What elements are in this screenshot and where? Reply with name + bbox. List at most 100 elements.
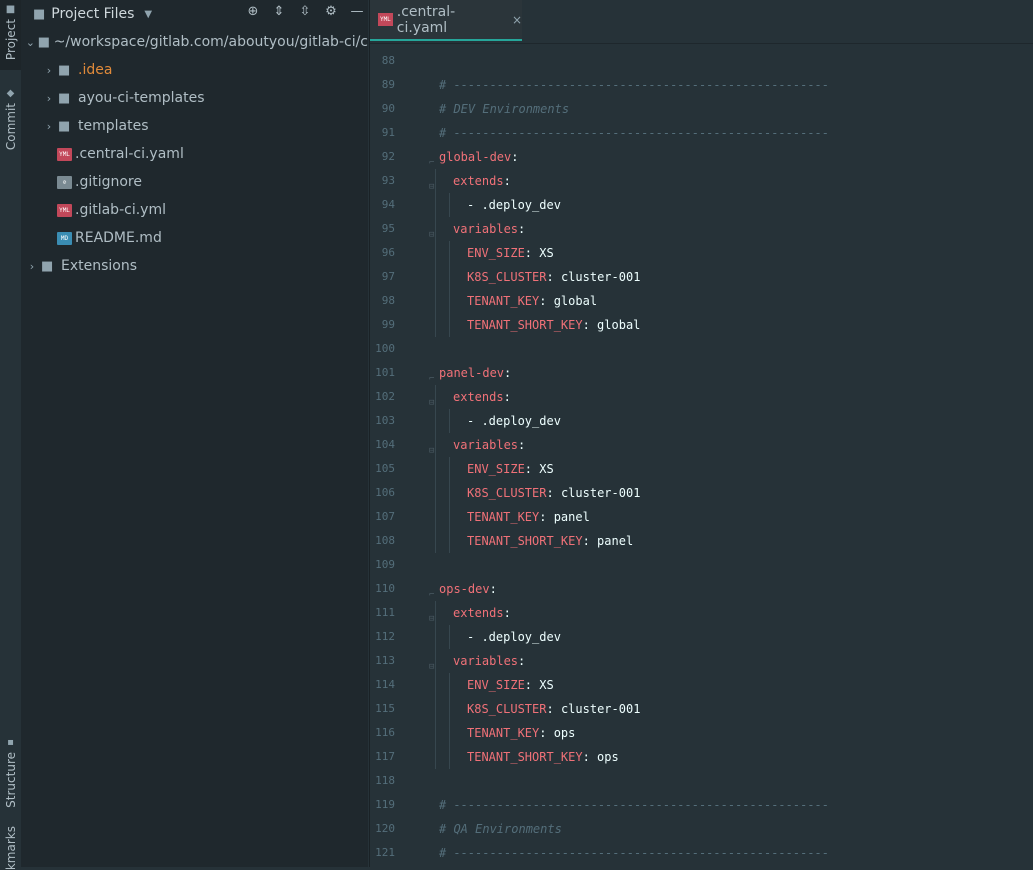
indent-guide	[435, 385, 436, 409]
code-line[interactable]: 113 variables: ⊟	[370, 649, 1033, 673]
yaml-value: - .deploy_dev	[467, 198, 561, 212]
code-line[interactable]: 121 # -----------------------------------…	[370, 841, 1033, 865]
tree-item-idea[interactable]: › ■ .idea	[21, 56, 368, 84]
tree-item-extensions[interactable]: › ■ Extensions	[21, 252, 368, 280]
yaml-colon: :	[524, 678, 533, 692]
code-line[interactable]: 102 extends: ⊟	[370, 385, 1033, 409]
yaml-value: panel	[546, 510, 590, 524]
tree-item-gitlab-ci-yml[interactable]: YML .gitlab-ci.yml	[21, 196, 368, 224]
code-line[interactable]: 119 # -----------------------------------…	[370, 793, 1033, 817]
code-line[interactable]: 99 TENANT_SHORT_KEY: global	[370, 313, 1033, 337]
code-line[interactable]: 109	[370, 553, 1033, 577]
code-line[interactable]: 93 extends: ⊟	[370, 169, 1033, 193]
yaml-key: variables	[453, 438, 519, 452]
folder-icon: ■	[58, 118, 71, 134]
code-line[interactable]: 108 TENANT_SHORT_KEY: panel	[370, 529, 1033, 553]
code-line[interactable]: 96 ENV_SIZE: XS	[370, 241, 1033, 265]
code-line[interactable]: 97 K8S_CLUSTER: cluster-001	[370, 265, 1033, 289]
code-text: TENANT_KEY: panel	[467, 505, 590, 529]
code-text: TENANT_SHORT_KEY: ops	[467, 745, 619, 769]
hide-panel-icon[interactable]: —	[348, 4, 366, 19]
code-line[interactable]: 100	[370, 337, 1033, 361]
code-text: extends:	[453, 169, 511, 193]
structure-icon: ▪	[7, 737, 14, 748]
tree-item-templates[interactable]: › ■ templates	[21, 112, 368, 140]
code-line[interactable]: 106 K8S_CLUSTER: cluster-001	[370, 481, 1033, 505]
code-comment: # DEV Environments	[439, 102, 570, 116]
code-line[interactable]: 94 - .deploy_dev	[370, 193, 1033, 217]
code-line[interactable]: 103 - .deploy_dev	[370, 409, 1033, 433]
code-line[interactable]: 110 ops-dev: ⌐	[370, 577, 1033, 601]
code-text: K8S_CLUSTER: cluster-001	[467, 697, 640, 721]
code-line[interactable]: 89 # ------------------------------------…	[370, 73, 1033, 97]
chevron-right-icon[interactable]: ›	[42, 120, 56, 133]
commit-tool-tab-label: Commit	[3, 103, 18, 151]
expand-all-icon[interactable]: ⇕	[270, 4, 288, 19]
close-icon[interactable]: ×	[512, 13, 522, 27]
line-number: 120	[375, 822, 395, 835]
code-line[interactable]: 98 TENANT_KEY: global	[370, 289, 1033, 313]
collapse-all-icon[interactable]: ⇳	[296, 4, 314, 19]
code-line[interactable]: 120 # QA Environments	[370, 817, 1033, 841]
code-line[interactable]: 95 variables: ⊟	[370, 217, 1033, 241]
tree-item-label: .gitlab-ci.yml	[75, 202, 166, 218]
code-editor[interactable]: 88 89 # ----------------------------------…	[370, 49, 1033, 865]
indent-guide	[449, 289, 450, 313]
chevron-down-icon[interactable]: ▼	[144, 9, 152, 20]
yaml-colon: :	[518, 222, 526, 236]
code-line[interactable]: 117 TENANT_SHORT_KEY: ops	[370, 745, 1033, 769]
gear-icon[interactable]: ⚙	[322, 4, 340, 19]
line-number: 102	[375, 390, 395, 403]
yaml-key: panel-dev	[439, 366, 505, 380]
code-line[interactable]: 88	[370, 49, 1033, 73]
code-line[interactable]: 101 panel-dev: ⌐	[370, 361, 1033, 385]
tab-central-ci-yaml[interactable]: YML .central-ci.yaml ×	[370, 0, 522, 41]
locate-file-icon[interactable]: ⊕	[244, 4, 262, 19]
chevron-right-icon[interactable]: ›	[25, 260, 39, 273]
code-line[interactable]: 107 TENANT_KEY: panel	[370, 505, 1033, 529]
code-comment: # --------------------------------------…	[439, 126, 830, 140]
indent-guide	[449, 673, 450, 697]
code-line[interactable]: 112 - .deploy_dev	[370, 625, 1033, 649]
line-number: 103	[375, 414, 395, 427]
yaml-key: ENV_SIZE	[467, 462, 525, 476]
code-line[interactable]: 114 ENV_SIZE: XS	[370, 673, 1033, 697]
structure-tool-tab[interactable]: ▪ Structure	[0, 733, 21, 808]
line-number: 90	[381, 102, 395, 115]
yaml-key: extends	[453, 174, 504, 188]
bookmarks-tool-tab[interactable]: kmarks	[0, 826, 21, 870]
code-text: ENV_SIZE: XS	[467, 241, 554, 265]
line-number: 97	[381, 270, 395, 283]
code-line[interactable]: 115 K8S_CLUSTER: cluster-001	[370, 697, 1033, 721]
code-line[interactable]: 118	[370, 769, 1033, 793]
tree-root[interactable]: ⌄ ■ ~/workspace/gitlab.com/aboutyou/gitl…	[21, 28, 368, 56]
structure-tool-tab-label: Structure	[3, 752, 18, 808]
code-line[interactable]: 91 # ------------------------------------…	[370, 121, 1033, 145]
tree-item-label: README.md	[75, 230, 162, 246]
code-line[interactable]: 104 variables: ⊟	[370, 433, 1033, 457]
tree-item-label: .central-ci.yaml	[75, 146, 184, 162]
project-view-selector[interactable]: Project Files	[51, 6, 134, 22]
code-line[interactable]: 105 ENV_SIZE: XS	[370, 457, 1033, 481]
line-number: 108	[375, 534, 395, 547]
code-line[interactable]: 111 extends: ⊟	[370, 601, 1033, 625]
folder-icon: ■	[58, 90, 71, 106]
code-line[interactable]: 92 global-dev: ⌐	[370, 145, 1033, 169]
tree-item-gitignore[interactable]: ⊘ .gitignore	[21, 168, 368, 196]
commit-tool-tab[interactable]: ◆ Commit	[0, 84, 21, 154]
indent-guide	[449, 529, 450, 553]
line-number: 106	[375, 486, 395, 499]
yaml-value: - .deploy_dev	[467, 630, 561, 644]
tree-item-central-ci-yaml[interactable]: YML .central-ci.yaml	[21, 140, 368, 168]
yaml-colon: :	[503, 174, 511, 188]
code-line[interactable]: 116 TENANT_KEY: ops	[370, 721, 1033, 745]
chevron-down-icon[interactable]: ⌄	[25, 36, 36, 49]
code-line[interactable]: 90 # DEV Environments	[370, 97, 1033, 121]
tree-item-readme[interactable]: MD README.md	[21, 224, 368, 252]
chevron-right-icon[interactable]: ›	[42, 92, 56, 105]
chevron-right-icon[interactable]: ›	[42, 64, 56, 77]
project-tool-tab[interactable]: ■ Project	[0, 0, 21, 70]
tree-item-ayou-ci-templates[interactable]: › ■ ayou-ci-templates	[21, 84, 368, 112]
code-text: - .deploy_dev	[467, 409, 561, 433]
yaml-key: K8S_CLUSTER	[467, 270, 547, 284]
